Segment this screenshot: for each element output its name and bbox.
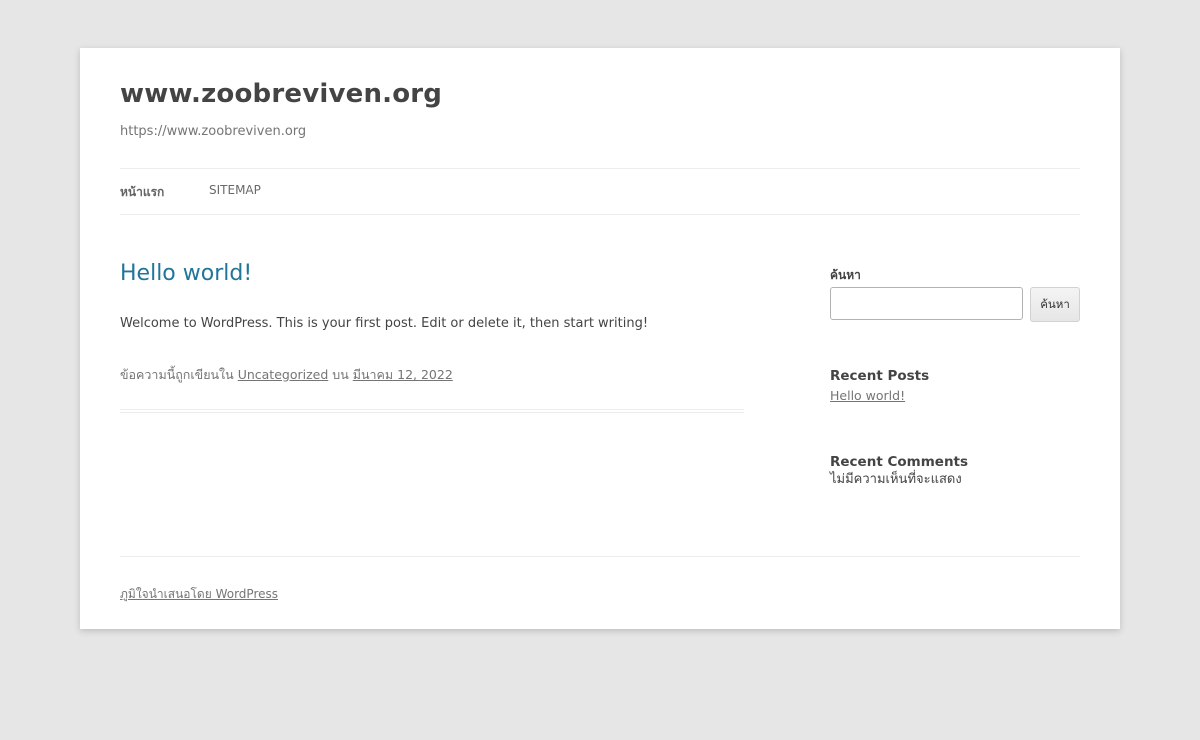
- search-button[interactable]: ค้นหา: [1030, 287, 1080, 322]
- nav-item-sitemap[interactable]: SITEMAP: [209, 183, 261, 197]
- post-date-link[interactable]: มีนาคม 12, 2022: [353, 367, 453, 382]
- site-description: https://www.zoobreviven.org: [120, 124, 307, 139]
- recent-posts-title: Recent Posts: [830, 368, 930, 384]
- page-container: www.zoobreviven.org https://www.zoobrevi…: [80, 48, 1120, 629]
- post-content: Welcome to WordPress. This is your first…: [120, 316, 649, 331]
- entry-divider: [120, 409, 744, 413]
- nav-item-home[interactable]: หน้าแรก: [120, 183, 164, 202]
- site-title[interactable]: www.zoobreviven.org: [120, 79, 442, 109]
- post-title[interactable]: Hello world!: [120, 261, 252, 286]
- post-meta-on: บน: [332, 367, 349, 382]
- recent-post-link[interactable]: Hello world!: [830, 388, 905, 403]
- footer-credit-link[interactable]: ภูมิใจนำเสนอโดย WordPress: [120, 585, 278, 604]
- recent-comments-empty: ไม่มีความเห็นที่จะแสดง: [830, 472, 962, 487]
- post-category-link[interactable]: Uncategorized: [238, 367, 329, 382]
- search-input[interactable]: [830, 287, 1023, 320]
- post-meta: ข้อความนี้ถูกเขียนใน Uncategorized บน มี…: [120, 365, 453, 385]
- main-navigation: หน้าแรก SITEMAP: [120, 168, 1080, 215]
- footer-divider: [120, 556, 1080, 557]
- post-meta-prefix: ข้อความนี้ถูกเขียนใน: [120, 367, 234, 382]
- search-label: ค้นหา: [830, 268, 861, 282]
